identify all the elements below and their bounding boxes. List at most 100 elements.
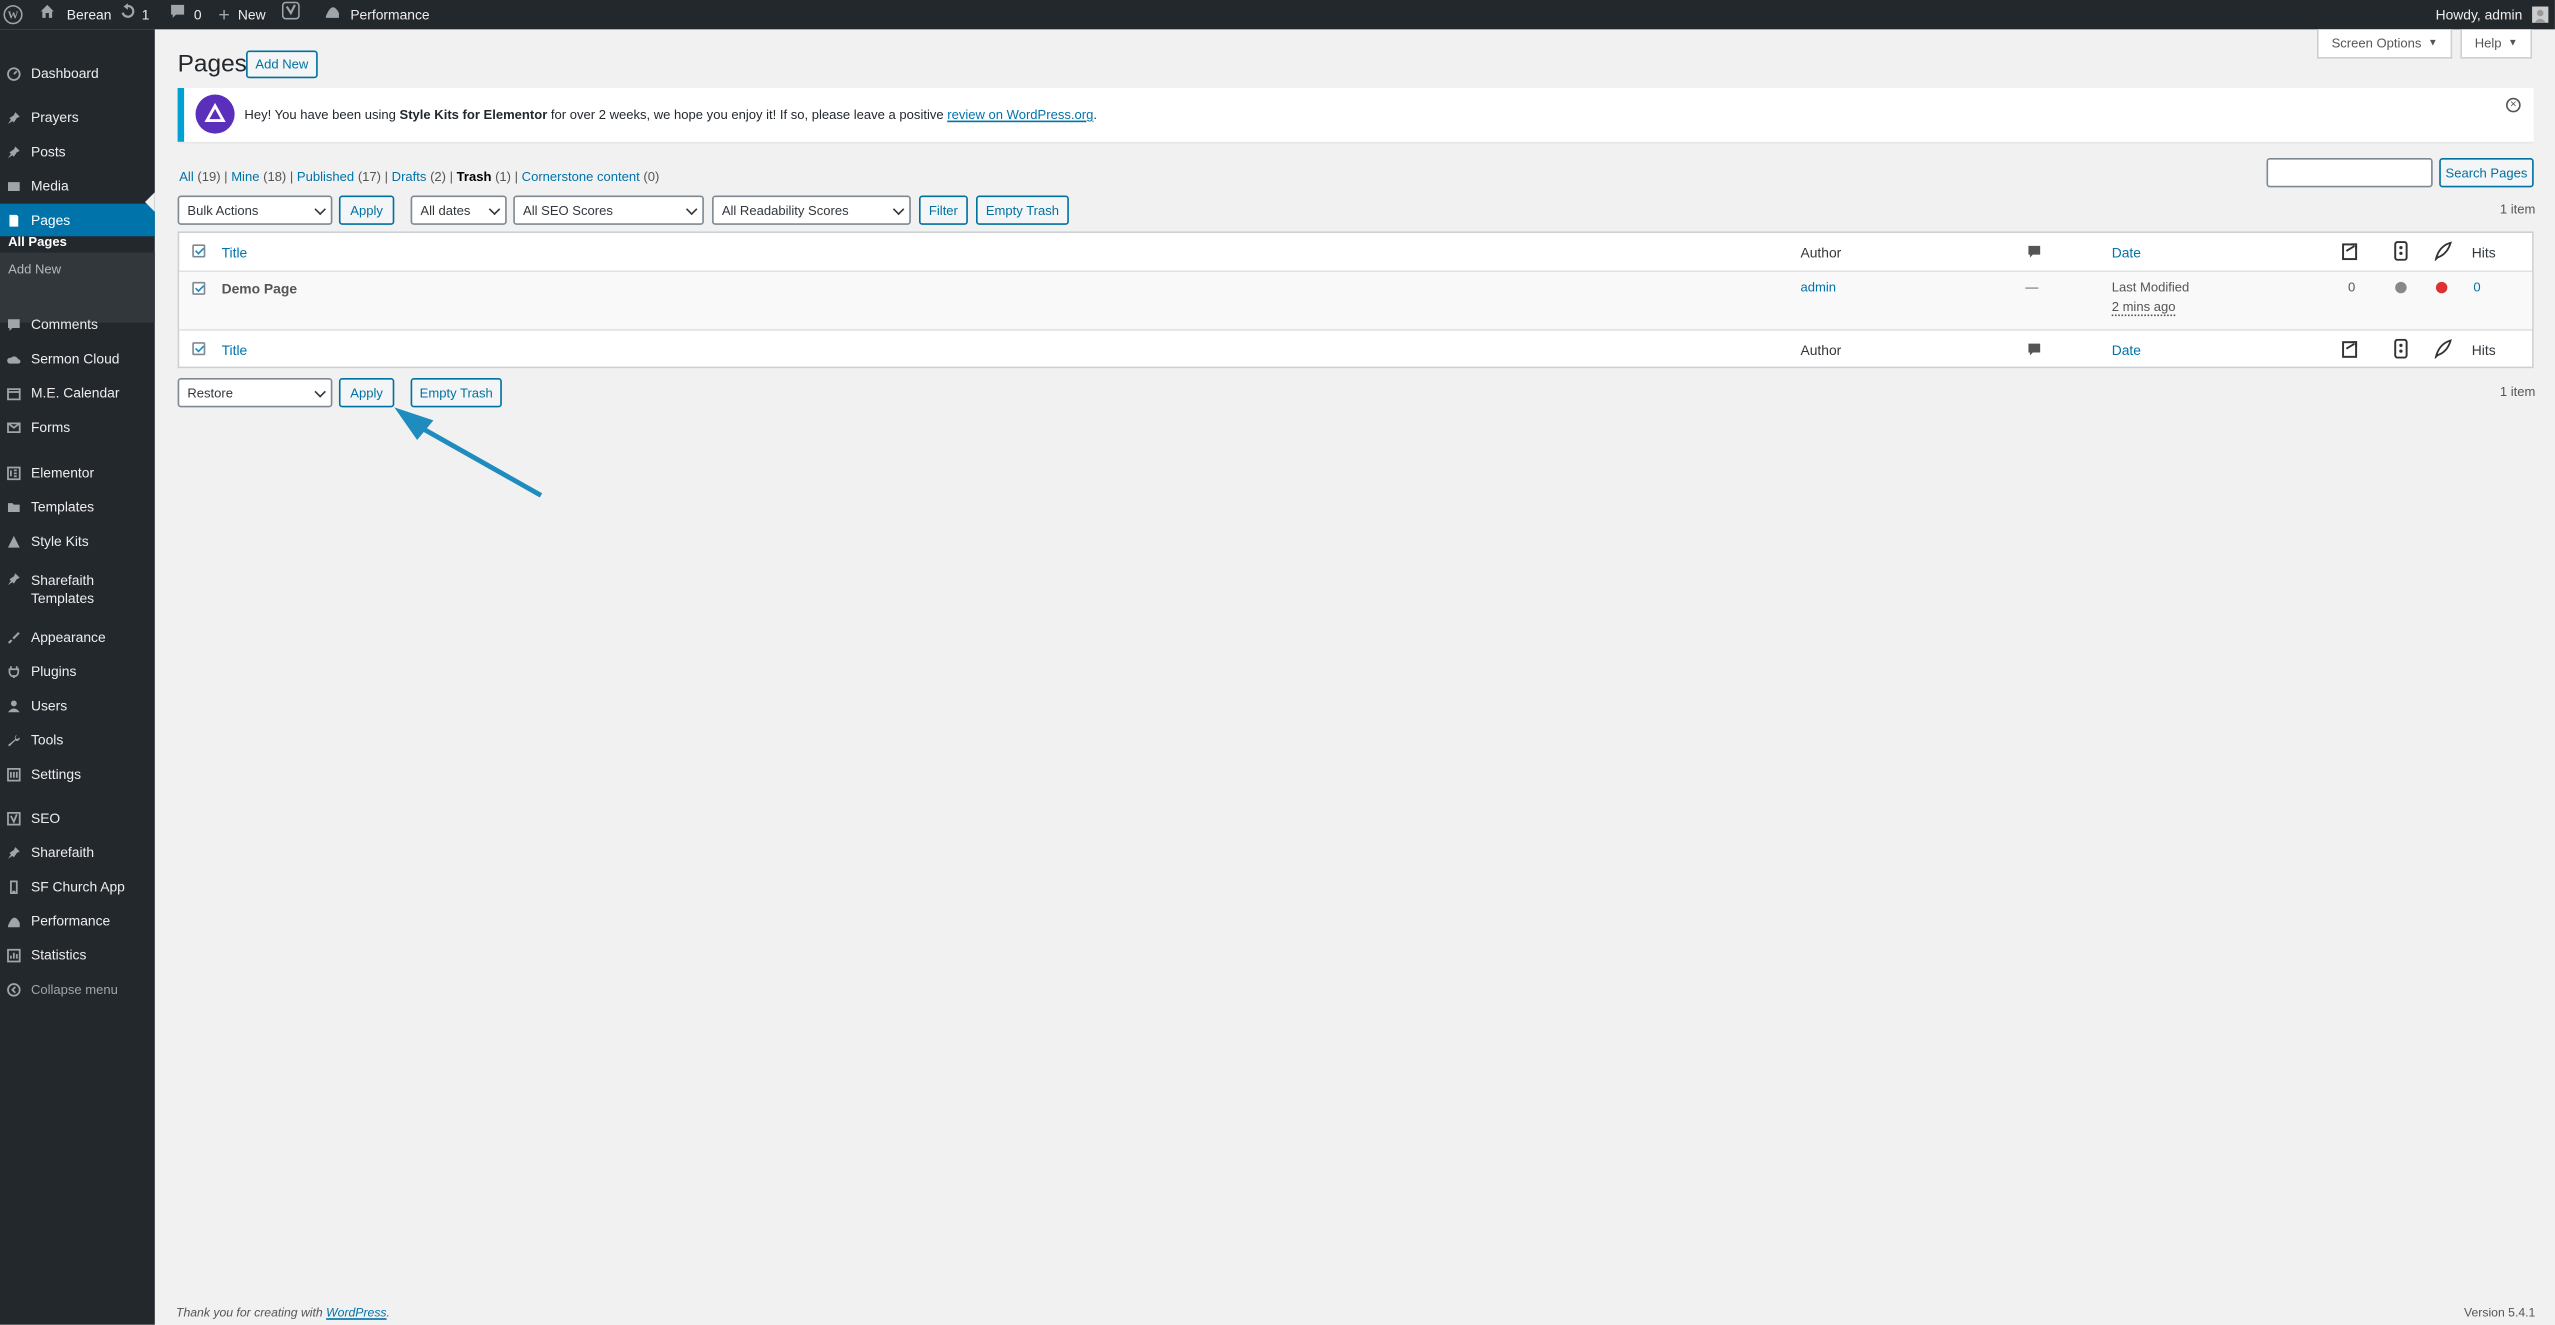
seo-scores-value: All SEO Scores: [523, 202, 613, 218]
sidebar-item-label: Appearance: [30, 628, 106, 646]
sidebar-item-appearance[interactable]: Appearance: [0, 621, 155, 654]
column-hits: Hits: [2471, 244, 2496, 261]
comment-icon[interactable]: [2027, 342, 2042, 357]
select-all-checkbox-bottom[interactable]: [192, 342, 206, 356]
sidebar-item-sf-church-app[interactable]: SF Church App: [0, 870, 155, 903]
filter-trash[interactable]: Trash: [457, 169, 492, 184]
sidebar-item-m-e-calendar[interactable]: M.E. Calendar: [0, 376, 155, 409]
sidebar-item-collapse-menu[interactable]: Collapse menu: [0, 973, 155, 1006]
row-title[interactable]: Demo Page: [222, 280, 297, 296]
comments-link[interactable]: 0: [169, 0, 202, 29]
seo-scores-select[interactable]: All SEO Scores: [513, 195, 704, 225]
bulk-apply-button[interactable]: Apply: [338, 195, 395, 225]
pages-table: Title Author Date Hits Demo Page admin —…: [177, 231, 2534, 369]
sidebar-item-performance[interactable]: Performance: [0, 904, 155, 937]
new-content-link[interactable]: + New: [218, 0, 265, 29]
row-readability-score-dot: [2435, 281, 2448, 294]
add-new-button[interactable]: Add New: [246, 50, 318, 79]
sidebar-item-seo[interactable]: SEO: [0, 802, 155, 835]
empty-trash-button-top[interactable]: Empty Trash: [976, 195, 1069, 225]
plus-icon: +: [218, 3, 230, 27]
yoast-icon: [281, 0, 300, 29]
dismiss-notice-icon[interactable]: ×: [2506, 97, 2521, 113]
updates-link[interactable]: 1: [119, 0, 149, 29]
filter-cornerstone[interactable]: Cornerstone content: [522, 169, 640, 184]
help-button[interactable]: Help ▼: [2460, 29, 2533, 59]
sidebar-item-sharefaith-2[interactable]: Sharefaith: [0, 836, 155, 869]
sidebar-item-sermon-cloud[interactable]: Sermon Cloud: [0, 342, 155, 375]
site-name-link[interactable]: Berean: [39, 0, 111, 29]
search-input[interactable]: [2266, 158, 2433, 188]
sidebar-item-settings[interactable]: Settings: [0, 758, 155, 791]
caret-down-icon: ▼: [2427, 38, 2438, 49]
sidebar-item-tools[interactable]: Tools: [0, 723, 155, 756]
wordpress-logo-icon[interactable]: W: [3, 0, 23, 29]
dates-filter-select[interactable]: All dates: [410, 195, 507, 225]
sidebar-item-style-kits[interactable]: Style Kits: [0, 525, 155, 558]
sidebar-item-dashboard[interactable]: Dashboard: [0, 57, 155, 90]
bulk-actions-value: Bulk Actions: [187, 202, 259, 218]
filter-mine[interactable]: Mine: [231, 169, 259, 184]
review-link[interactable]: review on WordPress.org: [947, 108, 1093, 123]
filter-published[interactable]: Published: [297, 169, 354, 184]
row-hits-link[interactable]: 0: [2473, 280, 2480, 295]
select-all-checkbox[interactable]: [192, 244, 206, 258]
sidebar-item-forms[interactable]: Forms: [0, 411, 155, 444]
sidebar-item-elementor[interactable]: Elementor: [0, 456, 155, 489]
column-title-sort-bottom[interactable]: Title: [222, 342, 248, 358]
column-date-sort[interactable]: Date: [2112, 244, 2141, 260]
bottom-bulk-action-select[interactable]: Restore: [177, 378, 333, 408]
sidebar-item-posts[interactable]: Posts: [0, 135, 155, 168]
chart-icon: [7, 947, 22, 962]
outgoing-links-icon: [2340, 339, 2360, 359]
notice-text-middle: for over 2 weeks, we hope you enjoy it! …: [547, 107, 948, 123]
sidebar-item-plugins[interactable]: Plugins: [0, 655, 155, 688]
my-account-link[interactable]: Howdy, admin: [2436, 0, 2549, 29]
column-title-sort[interactable]: Title: [222, 244, 248, 260]
bulk-actions-select[interactable]: Bulk Actions: [177, 195, 333, 225]
sidebar-item-label: Dashboard: [30, 65, 99, 82]
row-checkbox[interactable]: [192, 281, 206, 295]
sidebar-item-users[interactable]: Users: [0, 689, 155, 722]
chevron-down-icon: [314, 203, 326, 216]
wp-admin-page: W Berean 1 0 + New Performance Howdy, ad…: [0, 0, 2555, 1325]
sidebar-item-sharefaith-templates[interactable]: Sharefaith Templates: [0, 569, 155, 615]
sidebar-item-label: Pages: [30, 211, 71, 229]
help-label: Help: [2474, 35, 2502, 51]
chevron-down-icon: [892, 203, 905, 216]
readability-scores-select[interactable]: All Readability Scores: [712, 195, 911, 225]
sidebar-item-pages[interactable]: Pages: [0, 203, 155, 237]
comment-icon[interactable]: [2027, 244, 2042, 259]
yoast-menu-link[interactable]: [281, 0, 300, 29]
submenu-all-pages[interactable]: All Pages: [8, 235, 67, 250]
footer-thanks-end: .: [386, 1305, 390, 1320]
comments-count: 0: [193, 6, 202, 23]
sidebar-item-statistics[interactable]: Statistics: [0, 939, 155, 972]
row-comments: —: [2025, 280, 2039, 295]
filter-all[interactable]: All: [179, 169, 193, 184]
sidebar-item-comments[interactable]: Comments: [0, 308, 155, 341]
wordpress-link[interactable]: WordPress: [326, 1305, 386, 1320]
sidebar-item-templates[interactable]: Templates: [0, 490, 155, 523]
column-date-sort-bottom[interactable]: Date: [2112, 342, 2141, 358]
sidebar-item-label: SF Church App: [30, 878, 125, 895]
sidebar-item-label: M.E. Calendar: [30, 384, 120, 401]
filter-published-count: (17): [357, 169, 382, 185]
row-seo-score-dot: [2395, 281, 2407, 294]
row-author-link[interactable]: admin: [1800, 280, 1836, 295]
screen-options-button[interactable]: Screen Options ▼: [2317, 29, 2453, 59]
filter-drafts[interactable]: Drafts: [392, 169, 427, 184]
item-count-bottom: 1 item: [2499, 384, 2536, 400]
mail-icon: [7, 420, 22, 435]
submenu-add-new[interactable]: Add New: [8, 262, 61, 277]
search-pages-button[interactable]: Search Pages: [2439, 158, 2534, 188]
sidebar-item-prayers[interactable]: Prayers: [0, 101, 155, 134]
sidebar-item-media[interactable]: Media: [0, 169, 155, 202]
readability-score-icon: [2434, 339, 2452, 359]
pin-icon: [7, 110, 22, 125]
seo-score-icon: [2394, 338, 2409, 359]
performance-link[interactable]: Performance: [324, 0, 430, 29]
sidebar-item-label: Plugins: [30, 663, 77, 680]
filter-button[interactable]: Filter: [918, 195, 968, 225]
collapse-icon: [7, 982, 22, 997]
